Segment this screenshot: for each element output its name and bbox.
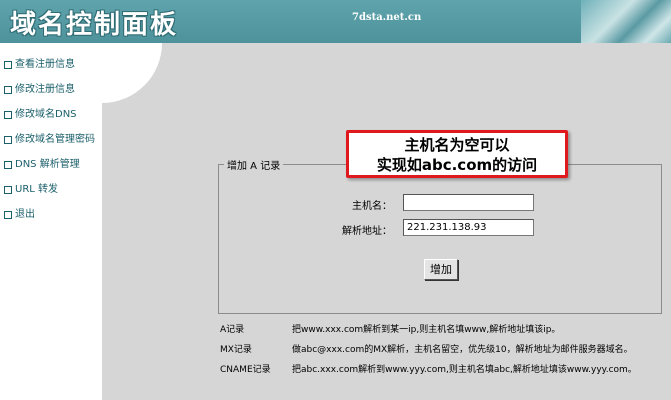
sidebar-corner — [102, 43, 162, 103]
sidebar-item-label: 查看注册信息 — [15, 59, 75, 70]
bullet-icon — [4, 211, 12, 219]
add-button[interactable]: 增加 — [424, 259, 458, 280]
note-type-a: A记录 — [220, 325, 245, 335]
bullet-icon — [4, 111, 12, 119]
site-watermark: 7dsta.net.cn — [352, 12, 422, 23]
sidebar-item-edit-dns[interactable]: 修改域名DNS — [4, 107, 95, 132]
sidebar-item-label: 修改注册信息 — [15, 84, 75, 95]
bullet-icon — [4, 161, 12, 169]
bullet-icon — [4, 186, 12, 194]
sidebar-item-label: 修改域名管理密码 — [15, 134, 95, 145]
note-type-mx: MX记录 — [220, 345, 252, 355]
note-desc-cname: 把abc.xxx.com解析到www.yyy.com,则主机名填abc,解析地址… — [292, 365, 637, 375]
sidebar-item-dns-management[interactable]: DNS 解析管理 — [4, 157, 95, 182]
note-desc-mx: 做abc@xxx.com的MX解析，主机名留空，优先级10，解析地址为邮件服务器… — [292, 345, 633, 355]
address-label: 解析地址： — [342, 226, 392, 237]
add-a-record-fieldset — [218, 164, 662, 314]
sidebar-item-edit-password[interactable]: 修改域名管理密码 — [4, 132, 95, 157]
callout-line-2: 实现如abc.com的访问 — [376, 156, 538, 174]
sidebar-item-label: DNS 解析管理 — [15, 159, 80, 170]
bullet-icon — [4, 136, 12, 144]
host-label: 主机名： — [352, 201, 392, 212]
fieldset-legend: 增加 A 记录 — [224, 157, 284, 172]
page-title: 域名控制面板 — [10, 10, 179, 40]
annotation-callout: 主机名为空可以 实现如abc.com的访问 — [346, 130, 568, 178]
address-input[interactable] — [403, 219, 534, 236]
header-banner: 域名控制面板 7dsta.net.cn — [0, 0, 671, 43]
bullet-icon — [4, 61, 12, 69]
sidebar-item-view-registration[interactable]: 查看注册信息 — [4, 57, 95, 82]
sidebar-item-label: 修改域名DNS — [15, 109, 77, 120]
sidebar-item-logout[interactable]: 退出 — [4, 207, 95, 232]
sidebar-menu: 查看注册信息 修改注册信息 修改域名DNS 修改域名管理密码 DNS 解析管理 … — [4, 57, 95, 232]
sidebar-item-label: 退出 — [15, 209, 35, 220]
sidebar-item-edit-registration[interactable]: 修改注册信息 — [4, 82, 95, 107]
note-desc-a: 把www.xxx.com解析到某一ip,则主机名填www,解析地址填该ip。 — [292, 325, 561, 335]
sidebar-item-url-forward[interactable]: URL 转发 — [4, 182, 95, 207]
bullet-icon — [4, 86, 12, 94]
note-type-cname: CNAME记录 — [220, 365, 271, 375]
header-decoration — [581, 0, 671, 43]
callout-line-1: 主机名为空可以 — [404, 136, 510, 154]
sidebar: 查看注册信息 修改注册信息 修改域名DNS 修改域名管理密码 DNS 解析管理 … — [0, 43, 102, 400]
host-input[interactable] — [403, 194, 534, 211]
sidebar-item-label: URL 转发 — [15, 184, 59, 195]
